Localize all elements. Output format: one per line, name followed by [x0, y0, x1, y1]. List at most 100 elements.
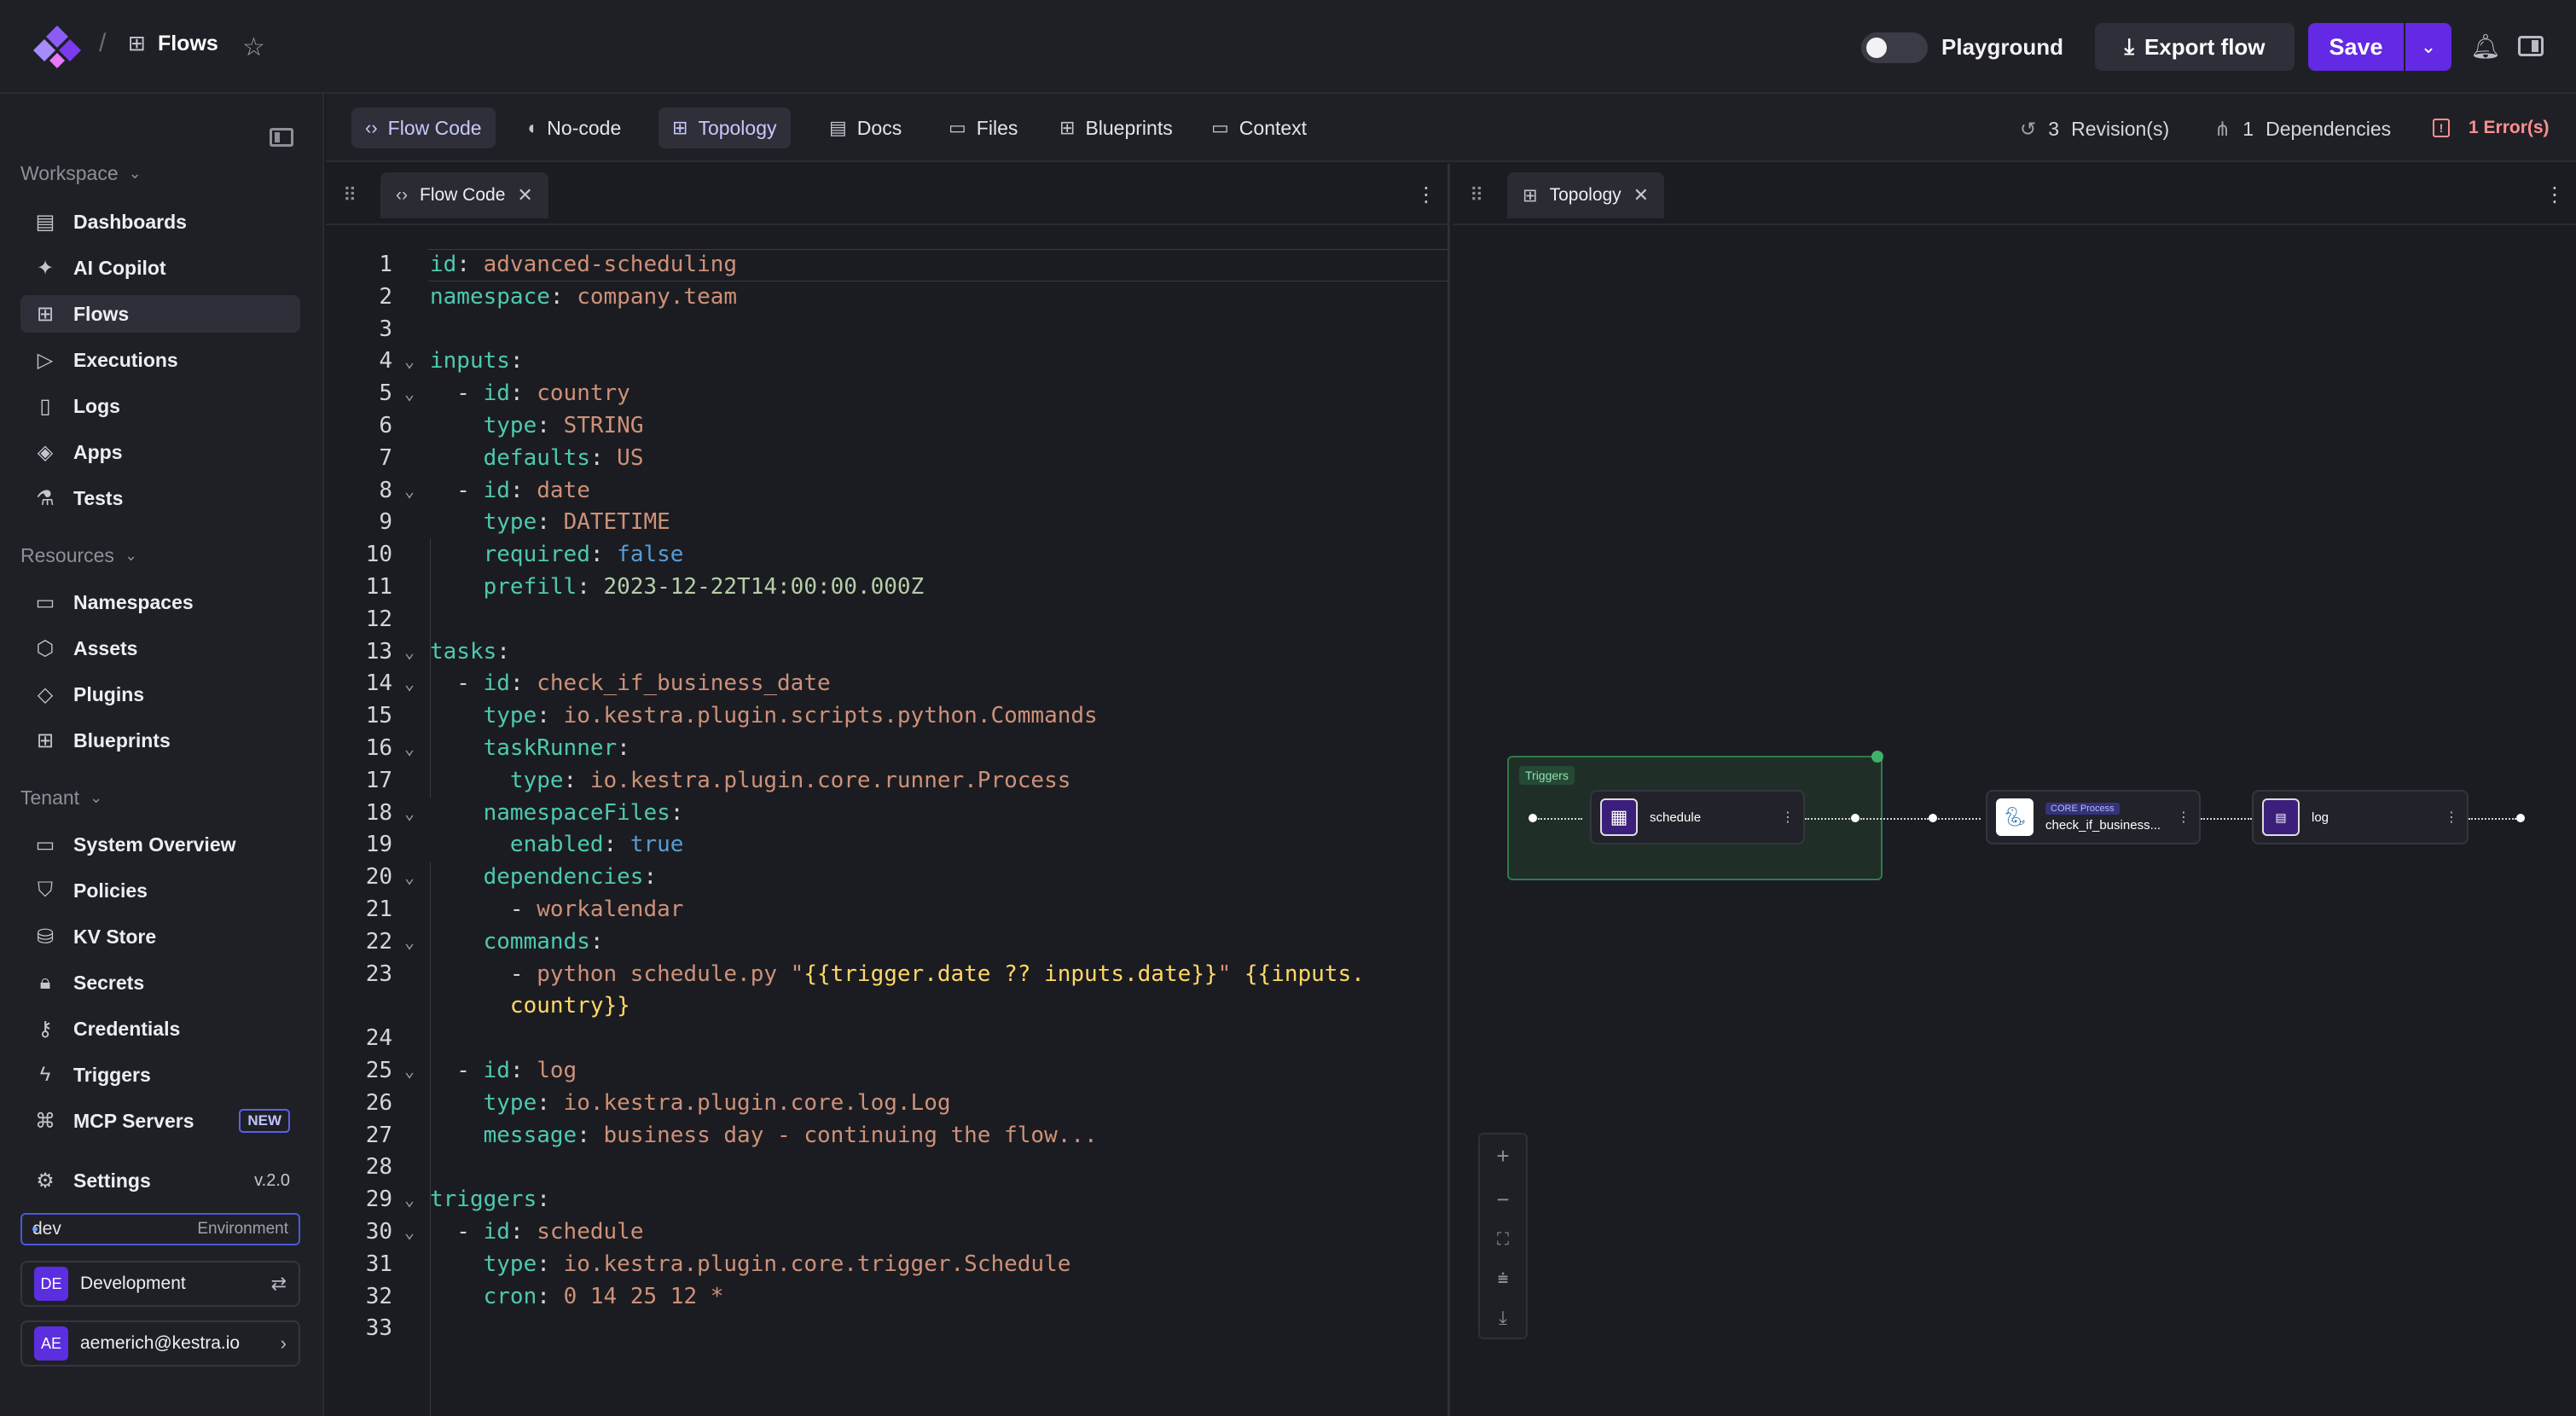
node-options-icon[interactable]: ⋮ — [2177, 809, 2190, 826]
save-button[interactable]: Save — [2308, 23, 2404, 71]
sidebar-item-settings[interactable]: ⚙ Settings v.2.0 — [20, 1162, 300, 1199]
line-number: 23 — [365, 960, 392, 987]
fold-chevron-icon[interactable]: ⌄ — [404, 1055, 415, 1088]
sidebar-item-label: Flows — [73, 302, 130, 325]
sidebar-item-triggers[interactable]: ϟ Triggers — [20, 1056, 300, 1094]
topology-panel: ⠿ ⊞ Topology ✕ ⋮ Triggers ▦ schedule ⋮ 🐍… — [1453, 164, 2576, 1416]
sidebar-item-blueprints[interactable]: ⊞ Blueprints — [20, 722, 300, 759]
fold-chevron-icon[interactable]: ⌄ — [404, 798, 415, 830]
export-flow-button[interactable]: ⤓ Export flow — [2095, 23, 2295, 71]
more-options-icon[interactable]: ⋮ — [2544, 183, 2565, 207]
sidebar-item-kv-store[interactable]: ⛁ KV Store — [20, 918, 300, 955]
resources-section-header[interactable]: Resources ⌄ — [20, 544, 137, 567]
code-editor[interactable]: 1 id: advanced-scheduling 2 namespace: com… — [326, 249, 1450, 1345]
sidebar-item-flows[interactable]: ⊞ Flows — [20, 295, 300, 333]
fit-view-icon[interactable]: ⛶ — [1497, 1230, 1509, 1250]
sidebar-item-namespaces[interactable]: ▭ Namespaces — [20, 583, 300, 621]
split-icon[interactable]: ⩧ — [1498, 1268, 1509, 1290]
fold-chevron-icon[interactable]: ⌄ — [404, 378, 415, 410]
fold-chevron-icon[interactable]: ⌄ — [404, 345, 415, 378]
panel-tab-topology[interactable]: ⊞ Topology ✕ — [1507, 172, 1665, 218]
panel-tab-flow-code[interactable]: ‹› Flow Code ✕ — [380, 172, 548, 218]
fold-chevron-icon[interactable]: ⌄ — [404, 475, 415, 508]
mcp-icon: ⌘ — [35, 1109, 55, 1133]
line-number: 29 — [365, 1187, 392, 1213]
sidebar-item-mcp-servers[interactable]: ⌘ MCP Servers NEW — [20, 1102, 300, 1140]
history-icon: ↺ — [2020, 118, 2037, 140]
dependencies-link[interactable]: ⋔ 1 Dependencies — [2214, 118, 2391, 141]
user-menu[interactable]: AE aemerich@kestra.io › — [20, 1320, 300, 1367]
tab-label: Blueprints — [1085, 116, 1173, 139]
fold-chevron-icon[interactable]: ⌄ — [404, 636, 415, 669]
flow-code-panel: ⠿ ‹› Flow Code ✕ ⋮ 1 id: advanced-schedul… — [326, 164, 1450, 1416]
node-log[interactable]: ▤ log ⋮ — [2252, 790, 2469, 844]
sidebar-item-plugins[interactable]: ◇ Plugins — [20, 676, 300, 713]
drag-handle-icon[interactable]: ⠿ — [343, 184, 357, 206]
tenant-section-header[interactable]: Tenant ⌄ — [20, 786, 102, 810]
node-check-if-business[interactable]: 🐍︎ CORE Process check_if_business... ⋮ — [1986, 790, 2201, 844]
tab-context[interactable]: ▭ Context — [1198, 107, 1320, 148]
environment-indicator[interactable]: dev Environment — [20, 1213, 300, 1245]
breadcrumb[interactable]: ⊞ Flows — [128, 31, 218, 56]
tab-files[interactable]: ▭ Files — [935, 107, 1031, 148]
tab-label: Topology — [698, 116, 777, 139]
topology-canvas[interactable]: Triggers ▦ schedule ⋮ 🐍︎ CORE Process ch… — [1453, 225, 2576, 1416]
node-schedule[interactable]: ▦ schedule ⋮ — [1590, 790, 1805, 844]
workspace-section-header[interactable]: Workspace ⌄ — [20, 162, 142, 185]
fold-chevron-icon[interactable]: ⌄ — [404, 1216, 415, 1249]
zoom-in-icon[interactable]: + — [1496, 1143, 1509, 1169]
close-icon[interactable]: ✕ — [1633, 184, 1649, 206]
download-icon[interactable]: ⤓ — [1499, 1307, 1507, 1329]
sidebar-item-label: Apps — [73, 440, 123, 463]
kestra-logo-icon[interactable] — [31, 24, 84, 72]
dependency-icon: ⋔ — [2214, 118, 2231, 140]
line-number: 18 — [365, 799, 392, 826]
fold-chevron-icon[interactable]: ⌄ — [404, 1184, 415, 1216]
sidebar-item-executions[interactable]: ▷ Executions — [20, 341, 300, 379]
line-number: 11 — [365, 573, 392, 600]
sidebar-item-system-overview[interactable]: ▭ System Overview — [20, 826, 300, 863]
drag-handle-icon[interactable]: ⠿ — [1470, 184, 1483, 206]
close-icon[interactable]: ✕ — [517, 184, 532, 206]
revisions-link[interactable]: ↺ 3 Revision(s) — [2020, 118, 2169, 141]
sidebar: Workspace ⌄ ▤ Dashboards ✦ AI Copilot ⊞ … — [0, 94, 324, 1416]
sidebar-item-assets[interactable]: ⬡ Assets — [20, 630, 300, 667]
line-number: 6 — [379, 412, 392, 438]
sidebar-item-apps[interactable]: ◈ Apps — [20, 433, 300, 471]
zoom-out-icon[interactable]: − — [1496, 1187, 1509, 1213]
tab-flow-code[interactable]: ‹› Flow Code — [351, 107, 496, 148]
tab-blueprints[interactable]: ⊞ Blueprints — [1046, 107, 1186, 148]
sidebar-item-label: MCP Servers — [73, 1109, 194, 1132]
sidebar-item-logs[interactable]: ▯ Logs — [20, 387, 300, 425]
sidebar-item-credentials[interactable]: ⚷ Credentials — [20, 1010, 300, 1047]
playground-toggle[interactable] — [1861, 32, 1928, 63]
node-options-icon[interactable]: ⋮ — [1781, 809, 1795, 826]
star-icon[interactable]: ☆ — [242, 32, 265, 62]
fold-chevron-icon[interactable]: ⌄ — [404, 926, 415, 959]
sidebar-item-tests[interactable]: ⚗ Tests — [20, 479, 300, 517]
node-options-icon[interactable]: ⋮ — [2445, 809, 2458, 826]
fold-chevron-icon[interactable]: ⌄ — [404, 862, 415, 894]
sidebar-collapse-icon[interactable] — [270, 128, 293, 147]
tab-docs[interactable]: ▤ Docs — [815, 107, 915, 148]
line-number: 22 — [365, 928, 392, 955]
save-options-button[interactable]: ⌄ — [2405, 23, 2451, 71]
sidebar-item-dashboards[interactable]: ▤ Dashboards — [20, 203, 300, 241]
flask-icon: ⚗ — [36, 486, 55, 510]
sidebar-item-secrets[interactable]: 🔒︎ Secrets — [20, 964, 300, 1001]
user-email: aemerich@kestra.io — [80, 1333, 241, 1353]
errors-link[interactable]: ! 1 Error(s) — [2433, 118, 2550, 138]
folder-icon: ▭ — [949, 117, 966, 138]
tab-no-code[interactable]: ◖ No-code — [512, 107, 635, 148]
sidebar-item-ai-copilot[interactable]: ✦ AI Copilot — [20, 249, 300, 287]
tab-topology[interactable]: ⊞ Topology — [659, 107, 791, 148]
sidebar-item-policies[interactable]: ⛉ Policies — [20, 872, 300, 909]
line-number: 15 — [365, 703, 392, 729]
tenant-switcher[interactable]: DE Development ⇄ — [20, 1261, 300, 1307]
fold-chevron-icon[interactable]: ⌄ — [404, 668, 415, 700]
line-number: 26 — [365, 1089, 392, 1116]
fold-chevron-icon[interactable]: ⌄ — [404, 733, 415, 765]
more-options-icon[interactable]: ⋮ — [1416, 183, 1436, 207]
bell-icon[interactable]: 🔔︎ — [2470, 32, 2501, 61]
panel-toggle-icon[interactable] — [2518, 36, 2544, 56]
